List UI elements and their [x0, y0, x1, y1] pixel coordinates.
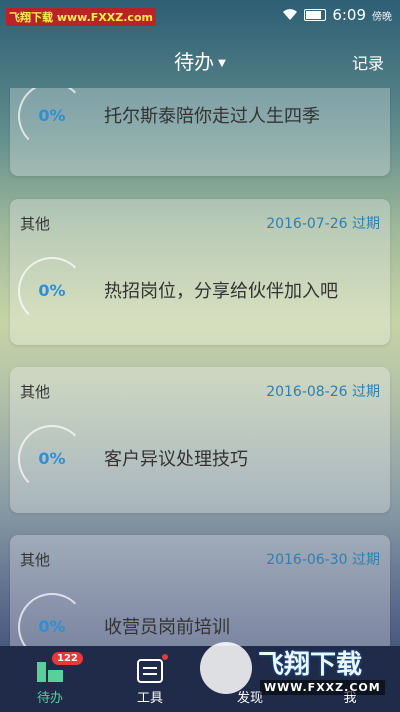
tab-label: 待办	[36, 691, 63, 706]
card-title: 客户异议处理技巧	[104, 449, 248, 470]
todo-card[interactable]: 其他 2016-08-26 过期 0% 客户异议处理技巧	[10, 367, 390, 513]
watermark-logo: 飞翔下载 WWW.FXXZ.COM	[198, 636, 388, 706]
watermark-logo-text: 飞翔下载	[258, 650, 363, 680]
card-due-date: 2016-08-26 过期	[266, 384, 380, 400]
status-time: 6:09	[332, 6, 366, 24]
tools-new-dot	[162, 654, 168, 660]
progress-percent: 0%	[38, 617, 66, 636]
app-header: 待办 ▼ 记录	[0, 32, 400, 88]
progress-ring: 0%	[18, 425, 86, 493]
card-title: 热招岗位，分享给伙伴加入吧	[104, 281, 338, 302]
todo-card[interactable]: 其他 2016-06-30 过期 0% 收营员岗前培训	[10, 535, 390, 646]
progress-percent: 0%	[38, 449, 66, 468]
card-category: 其他	[20, 215, 51, 233]
todo-card[interactable]: 其他 2016-07-26 过期 0% 热招岗位，分享给伙伴加入吧	[10, 199, 390, 345]
progress-percent: 0%	[38, 106, 66, 125]
progress-ring: 0%	[18, 88, 86, 150]
tools-icon	[137, 659, 163, 683]
watermark-url: www.FXXZ.com	[56, 11, 153, 24]
card-due-date: 2016-07-26 过期	[266, 216, 380, 232]
battery-icon	[304, 9, 327, 21]
progress-percent: 0%	[38, 281, 66, 300]
status-bar: 飞翔下载 www.FXXZ.com 6:09 傍晚	[0, 0, 400, 32]
status-carrier: 傍晚	[372, 11, 392, 23]
card-title: 托尔斯泰陪你走过人生四季	[104, 106, 320, 127]
tab-tools[interactable]: 工具	[100, 646, 200, 712]
progress-ring: 0%	[18, 257, 86, 325]
todo-card[interactable]: 0% 托尔斯泰陪你走过人生四季	[10, 88, 390, 176]
todo-badge: 122	[52, 652, 83, 665]
watermark-site-name: 飞翔下载	[9, 11, 53, 24]
caret-down-icon: ▼	[218, 58, 226, 69]
tab-todo[interactable]: 122 待办	[0, 646, 100, 712]
card-category: 其他	[20, 551, 51, 569]
todo-list[interactable]: 0% 托尔斯泰陪你走过人生四季 其他 2016-07-26 过期 0% 热招岗位…	[0, 88, 400, 646]
page-title[interactable]: 待办 ▼	[0, 46, 400, 75]
watermark-logo-url: WWW.FXXZ.COM	[260, 680, 385, 695]
tab-label: 工具	[136, 691, 163, 706]
page-title-text: 待办	[174, 50, 215, 74]
progress-ring: 0%	[18, 593, 86, 646]
card-due-date: 2016-06-30 过期	[266, 552, 380, 568]
wifi-icon	[283, 9, 298, 20]
card-category: 其他	[20, 383, 51, 401]
status-right: 6:09 傍晚	[282, 6, 392, 24]
watermark-logo-icon	[200, 642, 252, 694]
watermark-text: 飞翔下载 www.FXXZ.com	[6, 8, 156, 26]
record-button[interactable]: 记录	[352, 50, 384, 74]
